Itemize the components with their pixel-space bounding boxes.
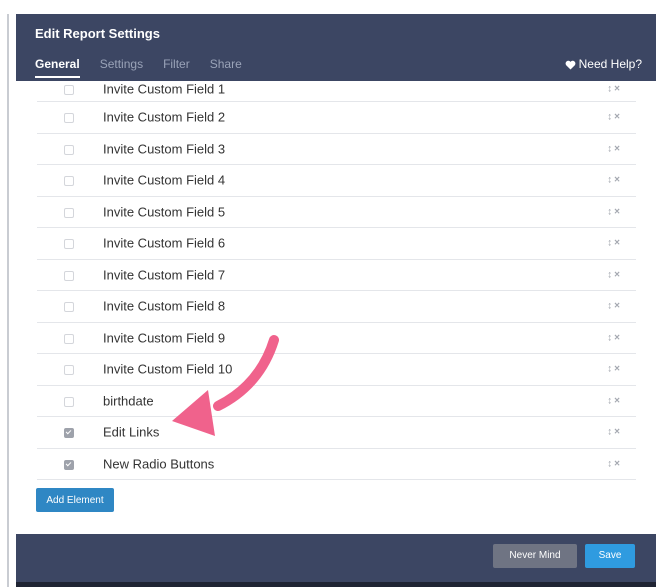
modal-header: Edit Report Settings General Settings Fi… <box>16 14 656 81</box>
element-row: Invite Custom Field 2 ↕ × <box>37 102 636 134</box>
remove-icon[interactable]: × <box>614 269 620 280</box>
drag-handle-icon[interactable]: ↕ <box>607 427 612 438</box>
element-row: Invite Custom Field 7 ↕ × <box>37 260 636 291</box>
remove-icon[interactable]: × <box>614 206 620 217</box>
element-row: Invite Custom Field 6 ↕ × <box>37 228 636 260</box>
element-label: Invite Custom Field 9 <box>103 330 226 346</box>
element-row: Invite Custom Field 1 ↕ × <box>37 76 636 102</box>
element-label: Invite Custom Field 3 <box>103 141 226 157</box>
row-actions: ↕ × <box>607 301 620 312</box>
element-checkbox[interactable] <box>64 365 74 376</box>
element-label: birthdate <box>103 393 154 409</box>
tab-settings[interactable]: Settings <box>100 57 143 71</box>
element-checkbox[interactable] <box>64 113 74 124</box>
row-actions: ↕ × <box>607 112 620 123</box>
element-label: Invite Custom Field 4 <box>103 172 226 188</box>
drag-handle-icon[interactable]: ↕ <box>607 332 612 343</box>
remove-icon[interactable]: × <box>614 458 620 469</box>
element-row: Invite Custom Field 5 ↕ × <box>37 197 636 228</box>
element-label: Invite Custom Field 7 <box>103 267 226 283</box>
drag-handle-icon[interactable]: ↕ <box>607 206 612 217</box>
element-label: Invite Custom Field 10 <box>103 361 233 377</box>
remove-icon[interactable]: × <box>614 238 620 249</box>
drag-handle-icon[interactable]: ↕ <box>607 301 612 312</box>
element-label: Invite Custom Field 5 <box>103 204 226 220</box>
element-row: New Radio Buttons ↕ × <box>37 449 636 480</box>
remove-icon[interactable]: × <box>614 143 620 154</box>
element-label: Invite Custom Field 6 <box>103 235 226 251</box>
element-row: Invite Custom Field 4 ↕ × <box>37 165 636 197</box>
element-row: Invite Custom Field 8 ↕ × <box>37 291 636 323</box>
drag-handle-icon[interactable]: ↕ <box>607 238 612 249</box>
element-row: Invite Custom Field 9 ↕ × <box>37 323 636 354</box>
element-checkbox[interactable] <box>64 459 74 470</box>
row-actions: ↕ × <box>607 364 620 375</box>
element-checkbox[interactable] <box>64 302 74 313</box>
drag-handle-icon[interactable]: ↕ <box>607 458 612 469</box>
element-row: Edit Links ↕ × <box>37 417 636 449</box>
drag-handle-icon[interactable]: ↕ <box>607 364 612 375</box>
element-list: Invite Custom Field 1 ↕ × Invite Custom Fie… <box>37 76 636 480</box>
row-actions: ↕ × <box>607 332 620 343</box>
edit-report-settings-modal: Edit Report Settings General Settings Fi… <box>16 14 656 587</box>
element-checkbox[interactable] <box>64 176 74 187</box>
bottom-bar <box>16 582 656 587</box>
remove-icon[interactable]: × <box>614 332 620 343</box>
add-element-button[interactable]: Add Element <box>36 488 114 512</box>
remove-icon[interactable]: × <box>614 301 620 312</box>
element-checkbox[interactable] <box>64 428 74 439</box>
element-label: Invite Custom Field 2 <box>103 109 226 125</box>
drag-handle-icon[interactable]: ↕ <box>607 175 612 186</box>
tab-filter[interactable]: Filter <box>163 57 190 71</box>
element-row: Invite Custom Field 3 ↕ × <box>37 134 636 165</box>
row-actions: ↕ × <box>607 458 620 469</box>
drag-handle-icon[interactable]: ↕ <box>607 143 612 154</box>
remove-icon[interactable]: × <box>614 364 620 375</box>
element-checkbox[interactable] <box>64 84 74 95</box>
element-checkbox[interactable] <box>64 144 74 155</box>
need-help-link[interactable]: Need Help? <box>565 57 642 71</box>
row-actions: ↕ × <box>607 395 620 406</box>
remove-icon[interactable]: × <box>614 112 620 123</box>
row-actions: ↕ × <box>607 238 620 249</box>
element-checkbox[interactable] <box>64 239 74 250</box>
remove-icon[interactable]: × <box>614 175 620 186</box>
drag-handle-icon[interactable]: ↕ <box>607 395 612 406</box>
row-actions: ↕ × <box>607 143 620 154</box>
save-button[interactable]: Save <box>585 544 635 568</box>
element-label: Edit Links <box>103 424 160 440</box>
element-checkbox[interactable] <box>64 333 74 344</box>
drag-handle-icon[interactable]: ↕ <box>607 83 612 94</box>
element-label: Invite Custom Field 1 <box>103 81 226 96</box>
remove-icon[interactable]: × <box>614 83 620 94</box>
drag-handle-icon[interactable]: ↕ <box>607 269 612 280</box>
row-actions: ↕ × <box>607 269 620 280</box>
page-left-border <box>7 14 9 587</box>
row-actions: ↕ × <box>607 83 620 94</box>
element-checkbox[interactable] <box>64 396 74 407</box>
row-actions: ↕ × <box>607 206 620 217</box>
tab-general[interactable]: General <box>35 57 80 78</box>
element-row: Invite Custom Field 10 ↕ × <box>37 354 636 386</box>
row-actions: ↕ × <box>607 427 620 438</box>
tab-bar: General Settings Filter Share <box>35 57 262 78</box>
element-label: New Radio Buttons <box>103 456 215 472</box>
drag-handle-icon[interactable]: ↕ <box>607 112 612 123</box>
element-checkbox[interactable] <box>64 207 74 218</box>
element-label: Invite Custom Field 8 <box>103 298 226 314</box>
row-actions: ↕ × <box>607 175 620 186</box>
heart-icon <box>565 60 576 70</box>
need-help-label: Need Help? <box>578 57 642 71</box>
modal-title: Edit Report Settings <box>35 26 160 41</box>
remove-icon[interactable]: × <box>614 395 620 406</box>
element-row: birthdate ↕ × <box>37 386 636 417</box>
tab-share[interactable]: Share <box>210 57 242 71</box>
element-checkbox[interactable] <box>64 270 74 281</box>
modal-footer: Never Mind Save <box>16 534 656 582</box>
remove-icon[interactable]: × <box>614 427 620 438</box>
never-mind-button[interactable]: Never Mind <box>493 544 577 568</box>
